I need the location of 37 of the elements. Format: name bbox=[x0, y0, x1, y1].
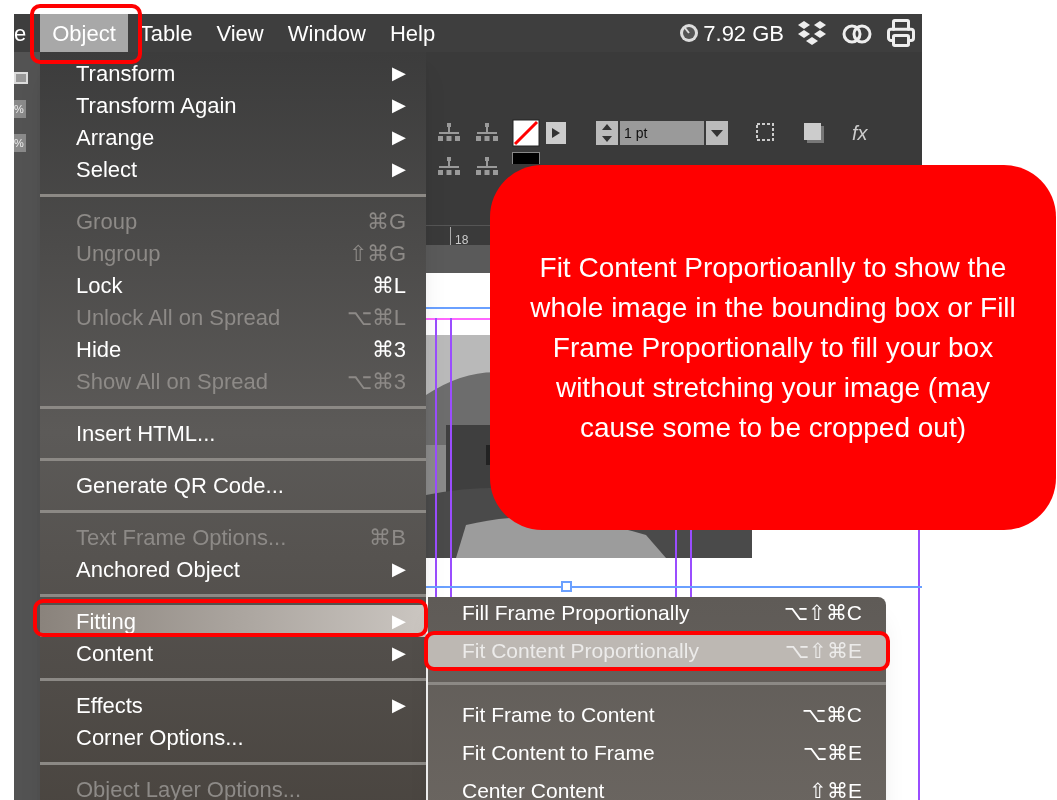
menu-item[interactable]: Lock ⌘L bbox=[40, 269, 426, 301]
menu-item[interactable]: Anchored Object ▶ bbox=[40, 553, 426, 585]
menu-item[interactable]: Fill Frame Proportionally ⌥⇧⌘C bbox=[428, 597, 886, 629]
menu-item[interactable]: Arrange ▶ bbox=[40, 121, 426, 153]
menu-item[interactable]: Transform Again ▶ bbox=[40, 89, 426, 121]
menu-item[interactable]: Center Content ⇧⌘E bbox=[428, 775, 886, 800]
effects-button[interactable]: fx bbox=[852, 118, 868, 148]
memory-reading: 7.92 GB bbox=[703, 19, 784, 48]
spinner-icon[interactable] bbox=[596, 121, 618, 145]
fill-swatch[interactable] bbox=[512, 152, 540, 164]
printer-icon[interactable] bbox=[886, 18, 916, 48]
menu-item[interactable]: Select ▶ bbox=[40, 153, 426, 185]
gauge-icon[interactable] bbox=[679, 23, 700, 43]
play-button[interactable] bbox=[546, 122, 566, 144]
play-icon bbox=[552, 128, 560, 138]
callout-text: Fit Content Proportioanlly to show the whole image in the bounding box or Fill Frame Proportionally to fill your box without stretching your image (may cause some to be cropped out) bbox=[530, 250, 1016, 445]
stroke-swatch-icon[interactable] bbox=[512, 119, 540, 147]
menu-item[interactable]: Insert HTML... bbox=[40, 417, 426, 449]
stroke-weight-field[interactable]: 1 pt bbox=[620, 121, 704, 145]
menu-item[interactable]: Fit Frame to Content ⌥⌘C bbox=[428, 699, 886, 731]
menu-title[interactable]: Window bbox=[275, 14, 378, 52]
shadow-square-icon[interactable] bbox=[802, 121, 826, 145]
menu-item[interactable]: Content ▶ bbox=[40, 637, 426, 669]
box-cluster-icon[interactable] bbox=[796, 19, 828, 47]
menu-item[interactable]: Transform ▶ bbox=[40, 57, 426, 89]
frame-handle[interactable] bbox=[561, 581, 572, 592]
menu-title[interactable]: Table bbox=[127, 14, 205, 52]
menu-item[interactable]: Fit Content to Frame ⌥⌘E bbox=[428, 737, 886, 769]
menu-item[interactable]: Effects ▶ bbox=[40, 689, 426, 721]
menu-item[interactable]: Hide ⌘3 bbox=[40, 333, 426, 365]
menu-title[interactable]: e bbox=[14, 14, 41, 52]
menu-title[interactable]: Help bbox=[378, 14, 448, 52]
menu-item[interactable]: Generate QR Code... bbox=[40, 469, 426, 501]
menu-title[interactable]: View bbox=[204, 14, 276, 52]
ruler-label: 18 bbox=[455, 233, 469, 247]
menu-item[interactable]: Corner Options... bbox=[40, 721, 426, 753]
dropdown-icon[interactable] bbox=[706, 121, 728, 145]
